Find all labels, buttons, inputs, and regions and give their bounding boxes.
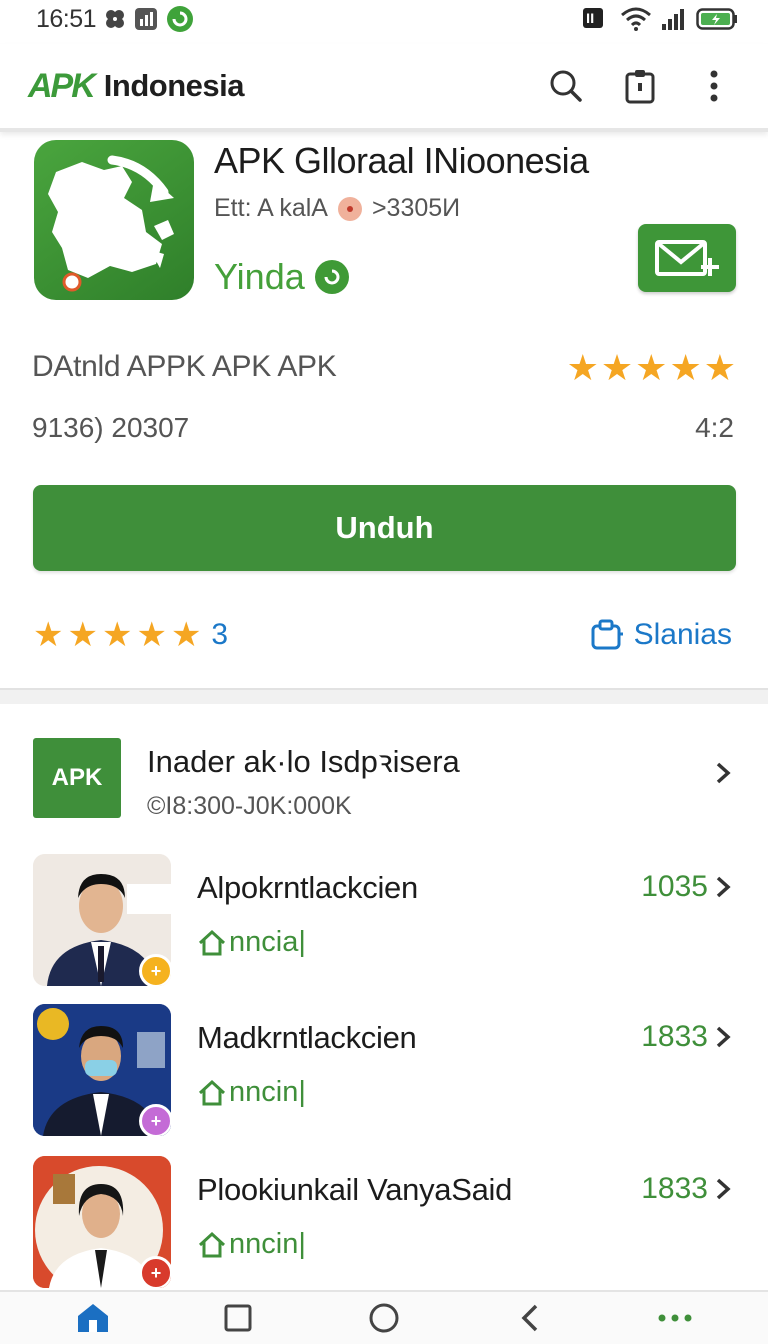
clipboard-button[interactable]	[620, 66, 660, 106]
user-rating[interactable]: ★ ★ ★ ★ ★ 3	[33, 618, 228, 652]
section-divider	[0, 688, 768, 704]
item-title: Madkrntlackcien	[197, 1020, 417, 1055]
featured-subtitle: ©I8:300-J0K:000K	[147, 792, 352, 820]
search-icon	[550, 70, 582, 102]
list-item[interactable]: + Plookiunkail VanyaSaid nncin| 1833	[0, 1156, 768, 1292]
item-tag: nncin|	[197, 1228, 306, 1261]
back-icon	[521, 1304, 537, 1332]
item-tag-label: nncin|	[229, 1076, 306, 1108]
share-icon	[591, 619, 623, 650]
svg-text:ll: ll	[586, 12, 594, 26]
star-icon: ★	[600, 347, 634, 388]
stats-icon	[134, 7, 158, 31]
signal-icon	[660, 6, 688, 32]
chevron-right-icon	[710, 874, 736, 900]
featured-row[interactable]: APK Inader ak·lo Isdpꝛisera ©I8:300-J0K:…	[0, 736, 768, 832]
dot-icon	[337, 196, 362, 221]
item-tag-label: nncia|	[229, 926, 306, 958]
app-header: APK Glloraal INioonesia Ett: A kalA >330…	[0, 132, 768, 688]
app-developer[interactable]: Yinda	[214, 256, 349, 298]
wifi-icon	[620, 6, 652, 32]
share-label: Slanias	[633, 618, 732, 651]
house-icon	[198, 1079, 226, 1105]
item-count: 1035	[641, 870, 708, 903]
home-circle-nav-button[interactable]	[354, 1294, 414, 1342]
badge-icon: +	[139, 954, 171, 986]
app-bar: APK Indonesia	[0, 44, 768, 132]
home-nav-button[interactable]	[63, 1294, 123, 1342]
star-icon: ★	[101, 616, 133, 654]
featured-app-icon: APK	[33, 738, 121, 818]
back-nav-button[interactable]	[500, 1294, 560, 1342]
bottom-navigation	[0, 1290, 768, 1344]
app-meta-left: Ett: A kalA	[214, 194, 328, 222]
clipboard-icon	[625, 70, 655, 104]
item-tag: nncia|	[197, 926, 306, 959]
mail-plus-icon	[655, 240, 719, 276]
featured-title: Inader ak·lo Isdpꝛisera	[147, 744, 460, 779]
app-tags: DAtnld APPK APK APK	[32, 350, 337, 383]
list-item[interactable]: + Madkrntlackcien nncin| 1833	[0, 1004, 768, 1140]
battery-icon	[696, 7, 738, 31]
search-button[interactable]	[546, 66, 586, 106]
download-count: 9136) 20307	[32, 412, 190, 443]
list-item[interactable]: + Alpokrntlackcien nncia| 1035	[0, 854, 768, 990]
fan-icon	[104, 8, 126, 30]
star-icon: ★	[703, 347, 736, 388]
app-meta: Ett: A kalA >3305И	[214, 194, 460, 223]
home-icon	[77, 1304, 108, 1332]
item-count: 1833	[641, 1172, 708, 1205]
verified-icon	[314, 260, 349, 294]
circle-icon	[369, 1303, 399, 1333]
badge-icon: +	[139, 1104, 171, 1136]
item-tag-label: nncin|	[229, 1228, 306, 1260]
item-tag: nncin|	[197, 1076, 306, 1109]
item-title: Plookiunkail VanyaSaid	[197, 1172, 513, 1207]
app-meta-right: >3305И	[371, 194, 461, 222]
brand-title: Indonesia	[103, 68, 245, 103]
star-icon: ★	[566, 347, 599, 388]
app-notification-icon	[166, 5, 194, 33]
brand[interactable]: APK Indonesia	[28, 66, 245, 106]
rating-count: 3	[211, 618, 229, 651]
square-icon	[224, 1304, 252, 1332]
status-bar: 16:51 ll	[0, 0, 768, 38]
featured-icon-label: APK	[51, 764, 103, 791]
avatar: +	[33, 1156, 171, 1288]
status-time: 16:51	[36, 4, 97, 33]
map-icon	[48, 155, 174, 292]
chevron-right-icon	[710, 1176, 736, 1202]
house-icon	[198, 929, 226, 955]
brand-logo: APK	[28, 66, 96, 105]
avatar: +	[33, 854, 171, 986]
house-icon	[198, 1231, 226, 1257]
more-nav-button[interactable]	[645, 1294, 705, 1342]
share-link[interactable]: Slanias	[590, 618, 732, 652]
more-horiz-icon	[658, 1314, 692, 1322]
star-icon: ★	[67, 616, 98, 654]
rating-value: 4:2	[695, 412, 734, 443]
star-icon: ★	[635, 347, 668, 388]
star-icon: ★	[136, 616, 167, 654]
badge-icon: +	[139, 1256, 171, 1288]
item-count: 1833	[641, 1020, 708, 1053]
app-icon	[34, 140, 194, 300]
star-icon: ★	[669, 347, 702, 388]
star-icon: ★	[170, 616, 202, 654]
recents-nav-button[interactable]	[208, 1294, 268, 1342]
chevron-right-icon	[710, 760, 736, 786]
avatar: +	[33, 1004, 171, 1136]
sim-icon: ll	[582, 6, 612, 32]
developer-name: Yinda	[214, 256, 305, 297]
download-button[interactable]: Unduh	[33, 485, 736, 571]
star-icon: ★	[33, 616, 64, 654]
more-vert-icon	[710, 70, 718, 102]
more-options-button[interactable]	[694, 66, 734, 106]
item-title: Alpokrntlackcien	[197, 870, 418, 905]
app-title: APK Glloraal INioonesia	[214, 140, 589, 181]
chevron-right-icon	[710, 1024, 736, 1050]
rating-stars: ★ ★ ★ ★ ★	[567, 350, 736, 386]
add-mail-button[interactable]	[638, 224, 736, 292]
